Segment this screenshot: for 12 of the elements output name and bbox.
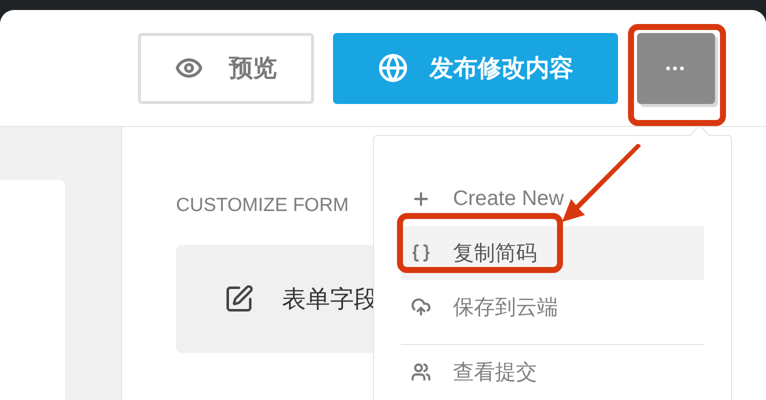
edit-icon xyxy=(224,284,254,314)
menu-item[interactable]: Create New xyxy=(401,172,704,226)
more-button[interactable]: ••• xyxy=(637,32,715,104)
users-icon xyxy=(411,362,431,382)
section-title: CUSTOMIZE FORM xyxy=(176,195,349,217)
plus-icon xyxy=(411,189,431,209)
menu-item[interactable]: 复制简码 xyxy=(401,226,704,280)
preview-button[interactable]: 预览 xyxy=(138,32,314,104)
publish-button[interactable]: 发布修改内容 xyxy=(333,32,618,104)
braces-icon xyxy=(411,243,431,263)
cloud-upload-icon xyxy=(411,297,431,317)
globe-icon xyxy=(378,53,408,83)
